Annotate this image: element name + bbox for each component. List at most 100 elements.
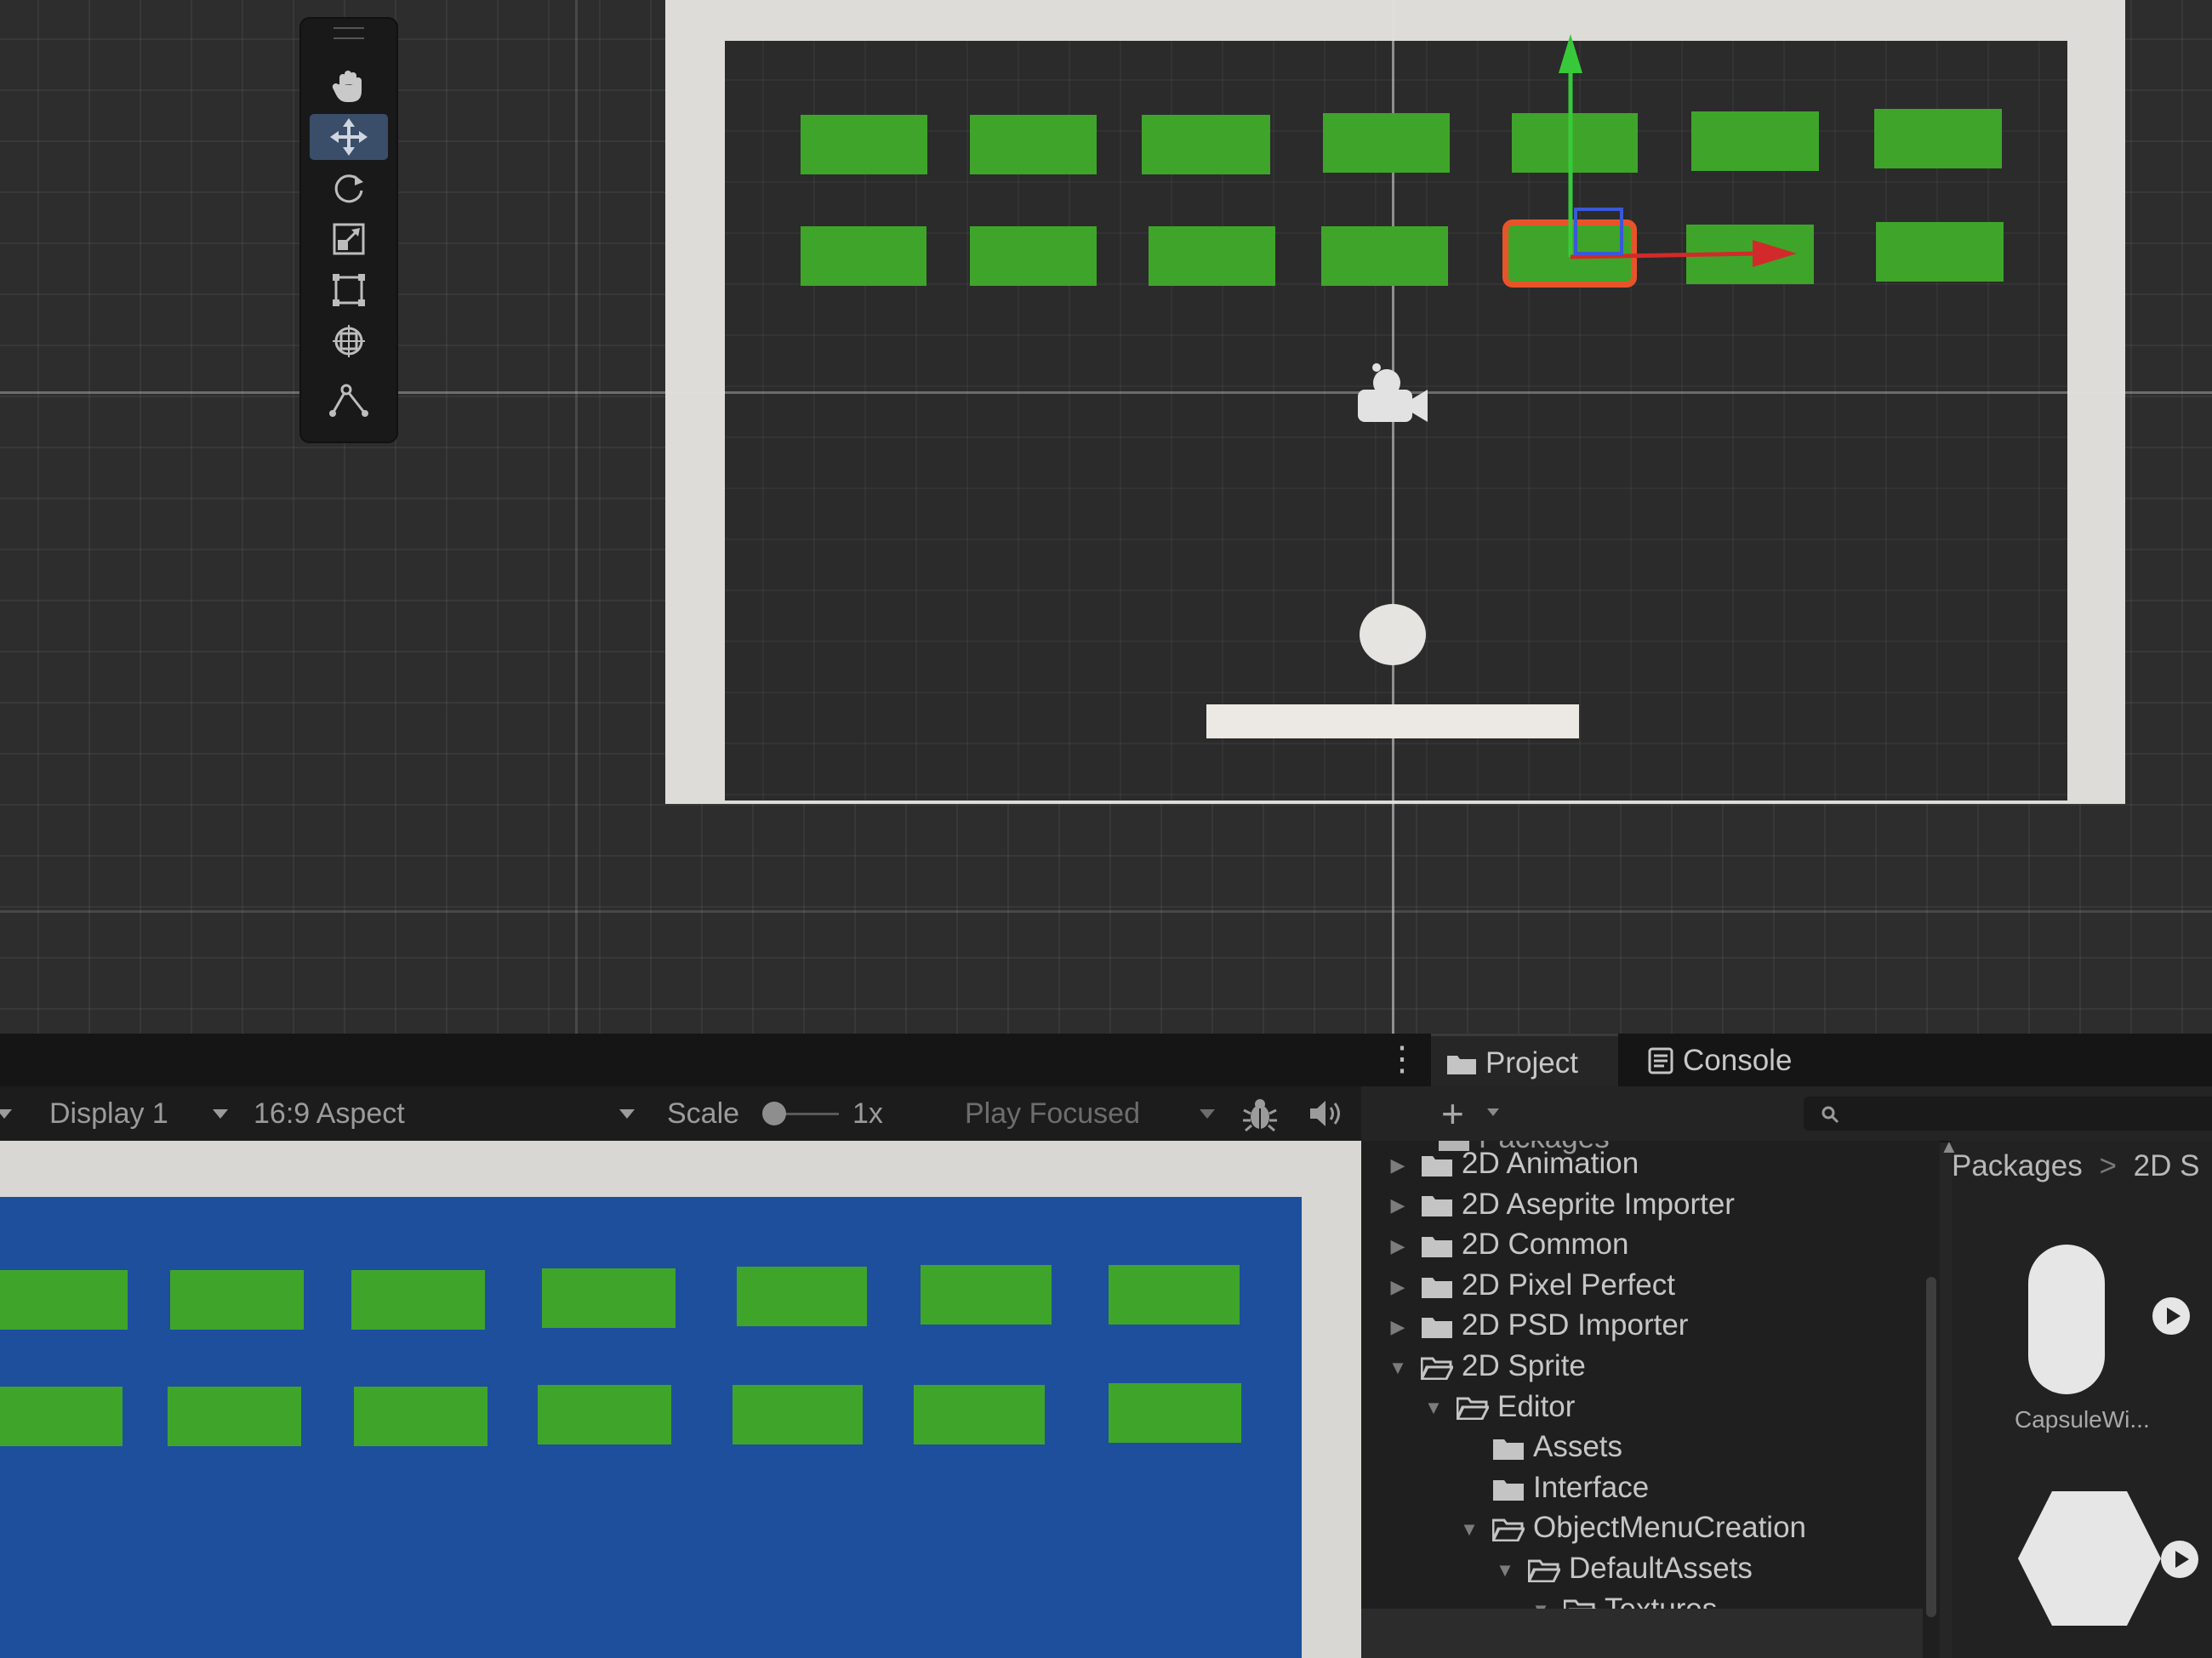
ball[interactable] xyxy=(1360,604,1426,665)
aspect-dropdown[interactable]: 16:9 Aspect xyxy=(254,1086,405,1141)
rotate-tool-icon[interactable] xyxy=(310,165,388,211)
custom-tool-icon[interactable] xyxy=(310,378,388,424)
transform-tool-icon[interactable] xyxy=(310,318,388,364)
tree-item[interactable]: ▼ ObjectMenuCreation xyxy=(1458,1508,1806,1547)
tree-item[interactable]: ▶ 2D Aseprite Importer xyxy=(1387,1185,1735,1224)
dropdown-arrow-icon[interactable] xyxy=(0,1109,12,1119)
folder-icon xyxy=(1493,1479,1524,1501)
search-input[interactable] xyxy=(1804,1097,2212,1131)
folder-icon xyxy=(1493,1439,1524,1460)
play-icon[interactable] xyxy=(2159,1539,2200,1580)
add-icon[interactable]: + xyxy=(1441,1090,1464,1137)
tree-item-label: 2D Sprite xyxy=(1462,1349,1586,1382)
play-icon[interactable] xyxy=(2151,1296,2192,1336)
expand-down-arrow-icon[interactable]: ▼ xyxy=(1387,1348,1409,1387)
tree-scrollbar-thumb[interactable] xyxy=(1926,1277,1936,1617)
display-dropdown[interactable]: Display 1 xyxy=(49,1086,168,1141)
tree-item[interactable]: Assets xyxy=(1458,1427,1622,1467)
expand-right-arrow-icon[interactable]: ▶ xyxy=(1387,1146,1409,1185)
game-view[interactable] xyxy=(0,1141,1361,1658)
scene-brick[interactable] xyxy=(1686,225,1814,284)
paddle[interactable] xyxy=(1206,704,1579,738)
selection-outline xyxy=(1502,219,1637,288)
scene-brick[interactable] xyxy=(801,115,927,174)
scene-brick[interactable] xyxy=(970,115,1097,174)
scene-brick[interactable] xyxy=(1323,113,1450,173)
camera-gizmo-icon[interactable] xyxy=(1351,356,1436,432)
expand-right-arrow-icon[interactable]: ▶ xyxy=(1387,1308,1409,1347)
game-brick xyxy=(914,1385,1045,1444)
tree-scrollbar[interactable] xyxy=(1923,1141,1940,1658)
tab-project-label: Project xyxy=(1485,1046,1578,1080)
folder-icon xyxy=(1422,1236,1452,1257)
folder-open-icon xyxy=(1528,1559,1560,1582)
tab-console[interactable]: Console xyxy=(1647,1034,1817,1086)
scene-brick[interactable] xyxy=(1149,226,1275,286)
tree-selected-row xyxy=(1361,1609,1923,1658)
folder-icon xyxy=(1422,1155,1452,1177)
add-dropdown-arrow-icon[interactable] xyxy=(1487,1108,1499,1116)
tree-item-label: DefaultAssets xyxy=(1569,1552,1753,1585)
game-toolbar: Display 1 16:9 Aspect Scale 1x Play Focu… xyxy=(0,1086,1429,1142)
tab-project[interactable]: Project xyxy=(1431,1034,1618,1086)
panel-menu-icon[interactable]: ⋮ xyxy=(1385,1042,1419,1076)
game-brick xyxy=(351,1270,485,1330)
capsule-asset-thumbnail[interactable] xyxy=(2028,1245,2105,1394)
folder-open-icon xyxy=(1421,1357,1453,1380)
game-brick xyxy=(737,1267,867,1326)
game-brick xyxy=(0,1270,128,1330)
expand-right-arrow-icon[interactable]: ▶ xyxy=(1387,1227,1409,1266)
scale-slider-thumb[interactable] xyxy=(762,1102,786,1125)
expand-right-arrow-icon[interactable]: ▶ xyxy=(1387,1186,1409,1225)
folder-open-icon xyxy=(1457,1397,1489,1421)
palette-grip[interactable] xyxy=(334,27,364,39)
scene-brick[interactable] xyxy=(1876,222,2004,282)
scene-brick[interactable] xyxy=(1512,113,1638,173)
scene-brick[interactable] xyxy=(970,226,1097,286)
dropdown-arrow-icon[interactable] xyxy=(619,1109,635,1119)
tree-item[interactable]: ▼ Editor xyxy=(1422,1387,1575,1427)
tree-item[interactable]: ▼ 2D Sprite xyxy=(1387,1347,1586,1386)
expand-down-arrow-icon[interactable]: ▼ xyxy=(1422,1388,1445,1427)
breadcrumb-root[interactable]: Packages xyxy=(1952,1149,2083,1182)
scene-brick[interactable] xyxy=(1321,226,1448,286)
rect-tool-icon[interactable] xyxy=(310,267,388,313)
move-tool-icon[interactable] xyxy=(310,114,388,160)
dropdown-arrow-icon[interactable] xyxy=(1200,1109,1215,1119)
tree-item-label: ObjectMenuCreation xyxy=(1533,1511,1806,1545)
expand-right-arrow-icon[interactable]: ▶ xyxy=(1387,1268,1409,1307)
hand-tool-icon[interactable] xyxy=(310,63,388,109)
tree-item[interactable]: ▶ 2D Animation xyxy=(1387,1144,1639,1183)
scale-tool-icon[interactable] xyxy=(310,216,388,262)
scene-brick[interactable] xyxy=(1691,111,1819,171)
play-mode-dropdown[interactable]: Play Focused xyxy=(965,1086,1140,1141)
scene-brick[interactable] xyxy=(1142,115,1270,174)
expand-down-arrow-icon[interactable]: ▼ xyxy=(1494,1551,1516,1590)
game-tab-strip xyxy=(0,1034,1395,1086)
grid-line xyxy=(575,0,578,1034)
bug-icon[interactable] xyxy=(1240,1095,1280,1134)
tree-item[interactable]: ▶ 2D Common xyxy=(1387,1225,1629,1266)
tree-item[interactable]: Interface xyxy=(1458,1468,1649,1507)
tree-item[interactable]: ▶ 2D Pixel Perfect xyxy=(1387,1266,1675,1305)
audio-icon[interactable] xyxy=(1307,1097,1344,1131)
breadcrumb-current[interactable]: 2D S xyxy=(2134,1149,2200,1182)
folder-icon xyxy=(1422,1277,1452,1298)
game-brick xyxy=(542,1268,676,1328)
game-brick xyxy=(1109,1383,1241,1443)
hexagon-asset-thumbnail[interactable] xyxy=(2015,1486,2164,1631)
scene-brick[interactable] xyxy=(1874,109,2002,168)
tree-item[interactable]: ▼ DefaultAssets xyxy=(1494,1549,1753,1588)
project-toolbar: + xyxy=(1361,1086,2212,1142)
tree-item[interactable]: ▶ 2D PSD Importer xyxy=(1387,1306,1689,1347)
breadcrumb: Packages > 2D S xyxy=(1952,1141,2199,1192)
scene-view[interactable] xyxy=(0,0,2212,1034)
expand-down-arrow-icon[interactable]: ▼ xyxy=(1458,1510,1480,1549)
dropdown-arrow-icon[interactable] xyxy=(213,1109,228,1119)
game-brick xyxy=(168,1387,301,1446)
panel-tab-bar: ⋮ Project Console xyxy=(1361,1034,2212,1086)
scene-brick[interactable] xyxy=(801,226,926,286)
folder-open-icon xyxy=(1492,1518,1525,1542)
project-panel: ⋮ Project Console + Packages ▶ 2D Animati… xyxy=(1361,1034,2212,1658)
project-tree[interactable]: Packages ▶2D Animation▶2D Aseprite Impor… xyxy=(1361,1141,1940,1658)
